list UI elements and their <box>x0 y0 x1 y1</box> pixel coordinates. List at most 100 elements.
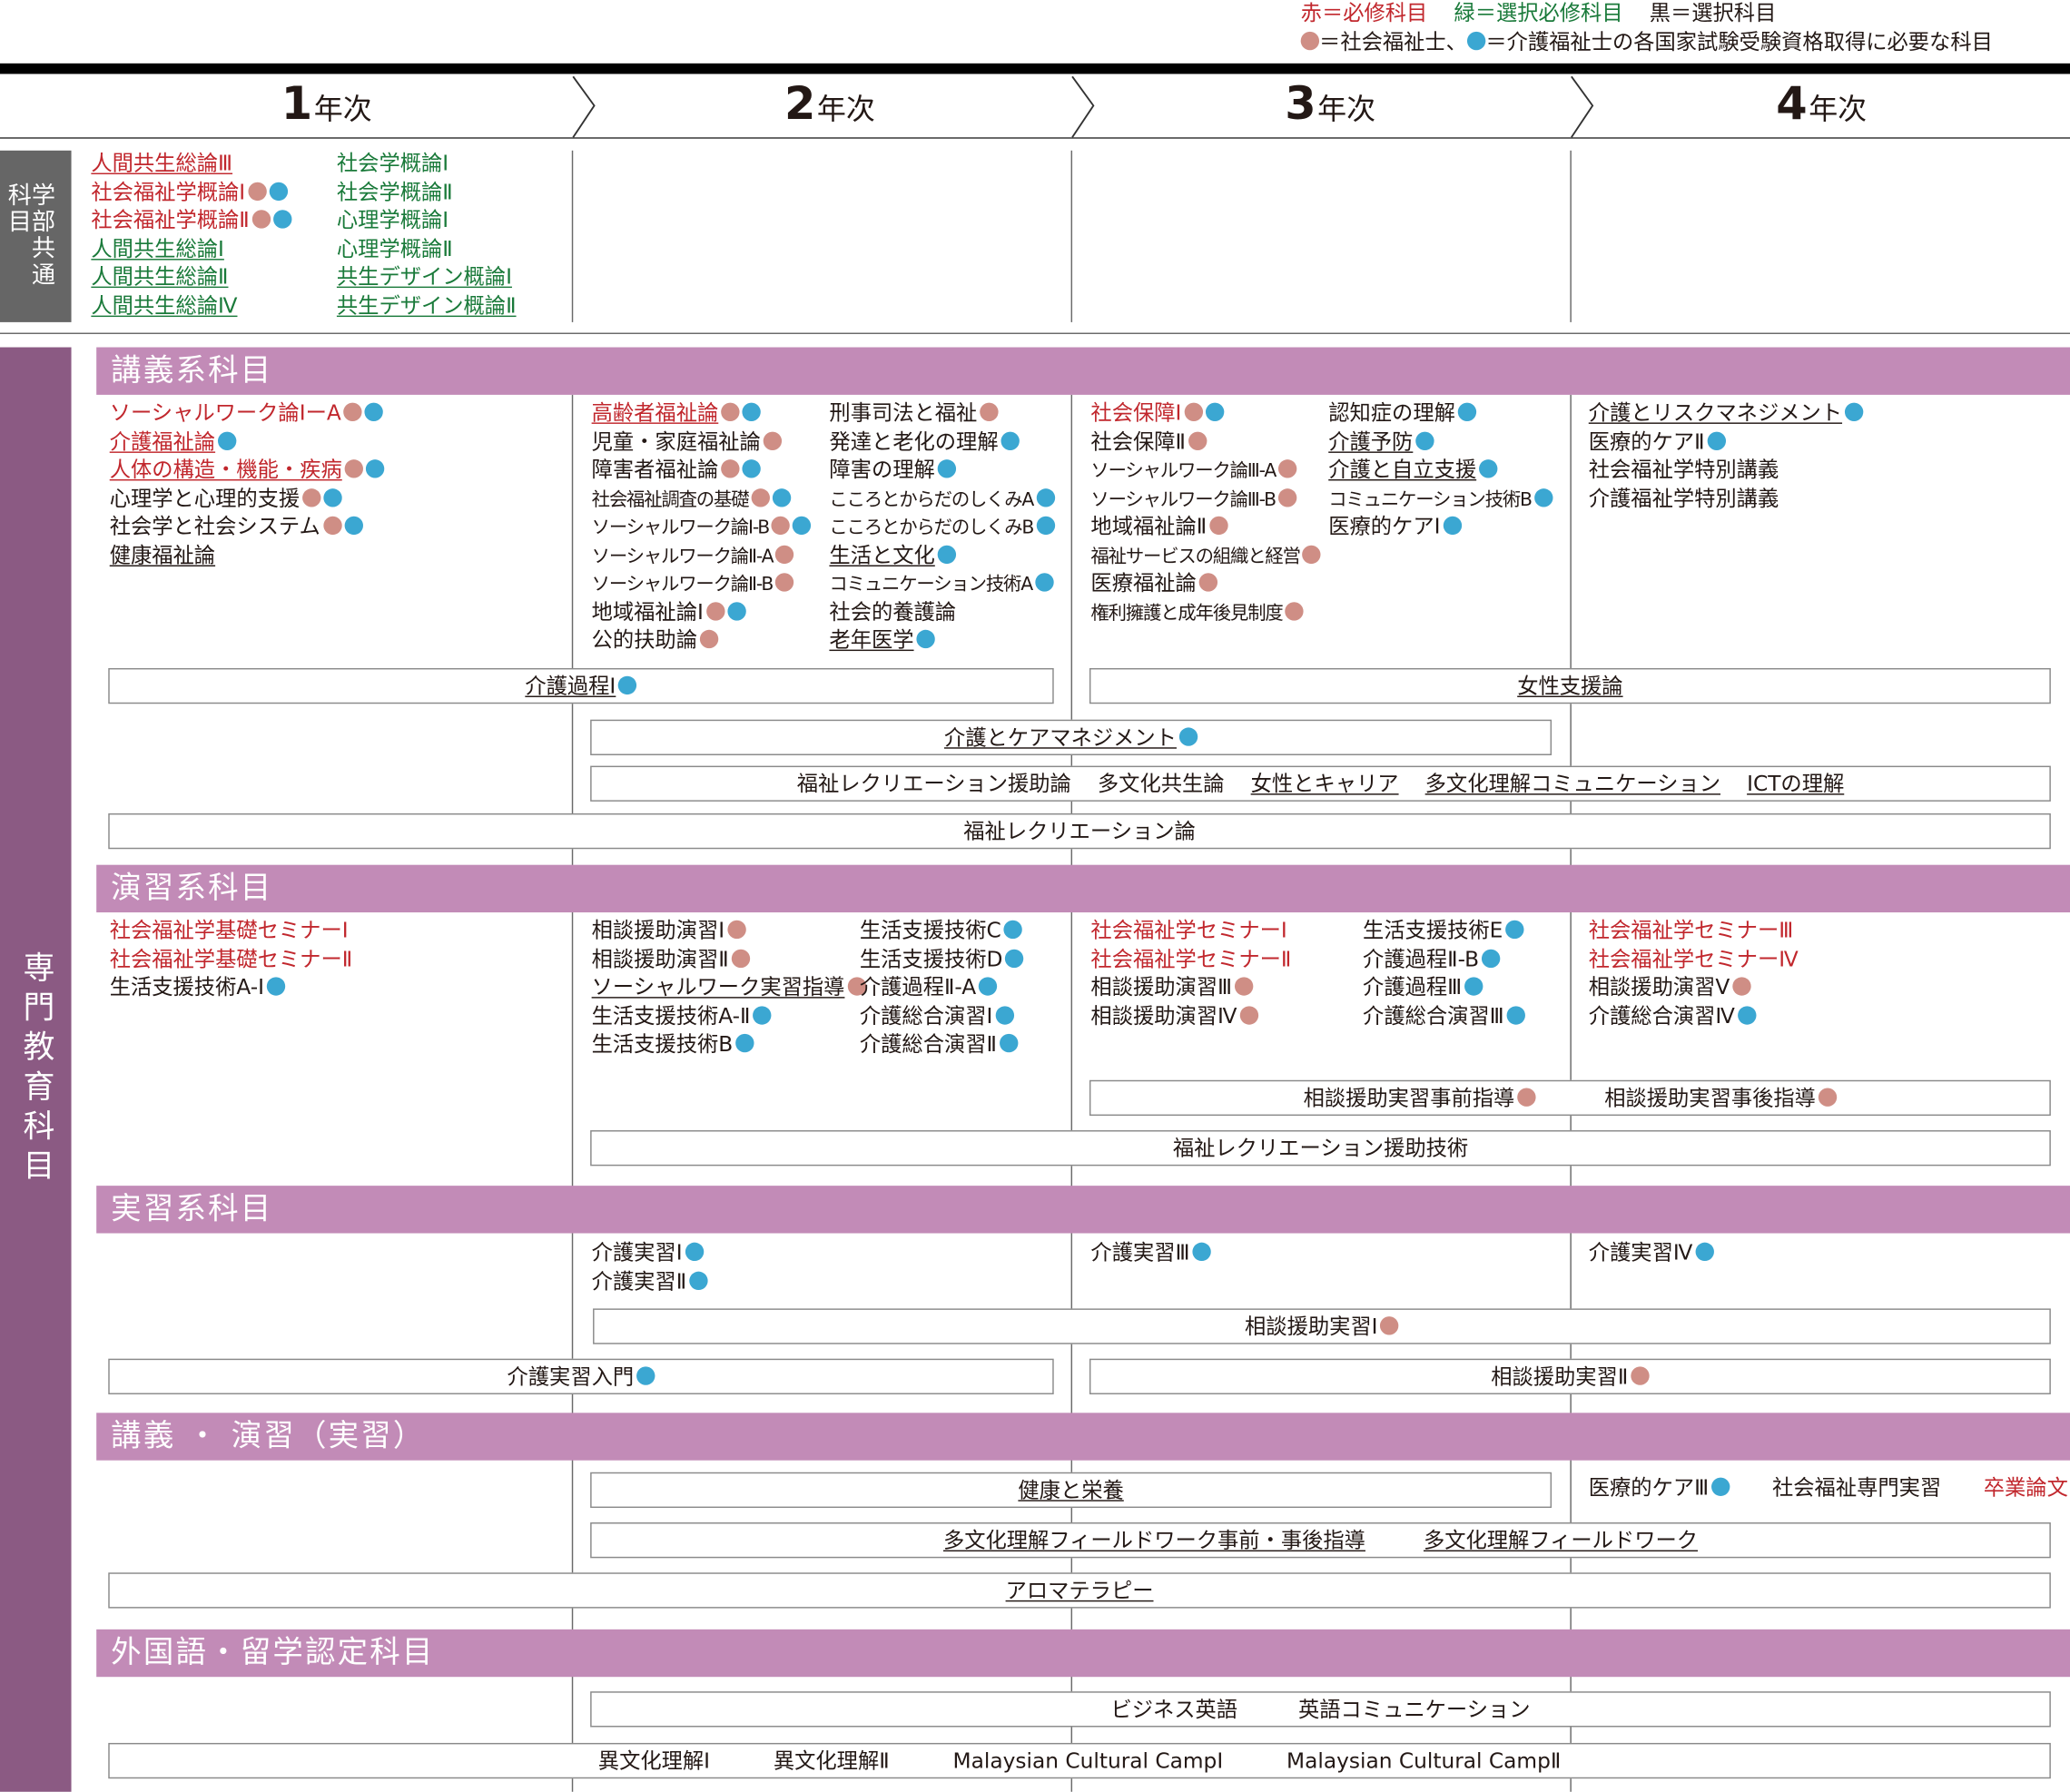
care-worker-dot-icon <box>323 487 342 507</box>
course-item: 相談援助演習Ⅱ <box>591 946 866 977</box>
course-name: 介護総合演習Ⅰ <box>859 1002 993 1029</box>
course-item: 医療的ケアⅠ <box>1328 516 1552 545</box>
care-worker-dot-icon <box>937 544 957 564</box>
care-worker-dot-icon <box>1205 402 1224 421</box>
course-name: 社会福祉学基礎セミナーⅡ <box>109 946 353 971</box>
course-name: 社会学概論Ⅰ <box>336 150 449 176</box>
course-name: 卒業論文 <box>1983 1474 2068 1501</box>
course-item: 生活と文化 <box>829 544 1054 573</box>
course-name: 地域福祉論Ⅰ <box>591 598 704 625</box>
course-item: 介護実習Ⅳ <box>1588 1239 1714 1271</box>
course-item: 心理学概論Ⅱ <box>337 238 517 267</box>
care-worker-dot-icon <box>269 181 288 201</box>
course-item: 相談援助演習Ⅲ <box>1090 977 1291 1005</box>
course-name: 相談援助演習Ⅱ <box>591 946 729 971</box>
course-item: 社会福祉学セミナーⅢ <box>1588 917 1799 949</box>
course-item: こころとからだのしくみB <box>829 516 1055 545</box>
course-name: 英語コミュニケーション <box>1298 1696 1531 1721</box>
social-worker-dot-icon <box>775 573 794 592</box>
section-band: 演習系科目 <box>96 864 2070 913</box>
care-worker-dot-icon <box>218 430 237 450</box>
course-name: 介護過程Ⅱ-B <box>1363 946 1480 971</box>
course-item: ソーシャルワーク論Ⅱ-A <box>592 544 812 573</box>
social-worker-dot-icon <box>1380 1315 1399 1334</box>
care-worker-dot-icon <box>753 1005 772 1024</box>
course-name: 介護とケアマネジメント <box>943 724 1177 750</box>
course-name: 相談援助実習事前指導 <box>1303 1084 1515 1110</box>
course-item: 社会学と社会システム <box>110 516 385 545</box>
legend-text: ＝社会福祉士、 <box>1319 28 1467 54</box>
social-worker-dot-icon <box>1277 487 1297 507</box>
year-header: 3年次 <box>1285 82 1375 126</box>
section-band: 実習系科目 <box>96 1186 2070 1234</box>
course-name: 介護実習Ⅳ <box>1588 1239 1693 1265</box>
course-column: 高齢者福祉論 児童・家庭福祉論 障害者福祉論 社会福祉調査の基礎 ソーシャルワーク論Ⅰ-… <box>591 399 812 658</box>
course-item: コミュニケーション技術B <box>1328 487 1553 516</box>
course-name: こころとからだのしくみB <box>829 517 1034 539</box>
course-name: 認知症の理解 <box>1328 399 1455 426</box>
course-box-item: 福祉レクリエーション援助技術 <box>1173 1137 1468 1158</box>
course-item: 健康福祉論 <box>110 544 385 573</box>
course-item: 障害者福祉論 <box>592 458 812 487</box>
course-name: 多文化共生論 <box>1097 770 1225 796</box>
course-name: 権利擁護と成年後見制度 <box>1090 602 1283 625</box>
care-worker-dot-icon <box>618 674 637 694</box>
course-item: 医療的ケアⅢ <box>1588 1474 1730 1501</box>
course-box-item: 介護実習入門 <box>508 1365 656 1387</box>
faculty-common-label-line: 科学 <box>7 182 56 211</box>
course-name: 人間共生総論Ⅰ <box>91 235 224 261</box>
care-worker-dot-icon <box>1844 402 1864 421</box>
course-item: 老年医学 <box>829 629 1054 658</box>
care-worker-dot-icon <box>995 1005 1014 1024</box>
course-name: 社会福祉学セミナーⅡ <box>1090 946 1292 971</box>
social-worker-dot-icon <box>1300 31 1320 51</box>
course-name: 社会福祉学セミナーⅢ <box>1588 917 1794 943</box>
year-number: 1 <box>281 77 313 131</box>
care-worker-dot-icon <box>1457 402 1477 421</box>
course-name: 医療的ケアⅢ <box>1588 1474 1710 1501</box>
social-worker-dot-icon <box>344 459 364 478</box>
social-worker-dot-icon <box>775 544 794 564</box>
course-item: こころとからだのしくみA <box>829 487 1055 516</box>
faculty-common-label: 科学 目部 共 通 <box>0 150 72 322</box>
course-name: ICTの理解 <box>1747 770 1845 796</box>
social-worker-dot-icon <box>1188 430 1208 450</box>
course-name: 相談援助実習Ⅰ <box>1245 1313 1378 1339</box>
legend-text: ＝介護福祉士の各国家試験受験資格取得に必要な科目 <box>1485 28 1993 54</box>
course-column: 社会福祉学セミナーⅠ 社会福祉学セミナーⅡ 相談援助演習Ⅲ 相談援助演習Ⅳ <box>1090 920 1292 1034</box>
course-box: 介護実習入門 <box>108 1358 1054 1394</box>
course-name: 地域福祉論Ⅱ <box>1090 513 1208 539</box>
care-worker-dot-icon <box>1737 1005 1757 1024</box>
course-item: 介護総合演習Ⅰ <box>859 1002 1024 1034</box>
care-worker-dot-icon <box>793 516 812 536</box>
course-item: 介護総合演習Ⅲ <box>1363 1005 1526 1034</box>
course-item: 介護総合演習Ⅳ <box>1589 1005 1799 1034</box>
course-box: 介護過程Ⅰ <box>108 667 1054 704</box>
course-name: 医療福祉論 <box>1090 570 1197 596</box>
care-worker-dot-icon <box>1036 516 1055 536</box>
care-worker-dot-icon <box>1034 573 1054 592</box>
care-worker-dot-icon <box>1005 949 1024 968</box>
course-box: 女性支援論 <box>1089 667 2051 704</box>
social-worker-dot-icon <box>1285 601 1304 620</box>
course-item: 介護過程Ⅱ-A <box>860 977 1024 1005</box>
course-name: 介護過程Ⅰ <box>525 673 616 698</box>
course-name: 健康と栄養 <box>1018 1476 1124 1502</box>
course-name: 介護予防 <box>1328 428 1414 454</box>
care-worker-dot-icon <box>343 516 363 536</box>
course-name: 社会福祉調査の基礎 <box>591 488 750 511</box>
care-worker-dot-icon <box>1505 920 1524 940</box>
course-name: 児童・家庭福祉論 <box>591 428 761 454</box>
course-name: 生活支援技術C <box>859 917 1001 943</box>
course-name: 高齢者福祉論 <box>591 399 719 426</box>
course-item: 発達と老化の理解 <box>829 430 1054 459</box>
course-box-item: 英語コミュニケーション <box>1298 1698 1531 1719</box>
course-box: 福祉レクリエーション援助論 多文化共生論 女性とキャリア 多文化理解コミュニケーション… <box>590 765 2051 802</box>
course-item: 社会福祉学概論Ⅱ <box>91 210 292 238</box>
course-name: コミュニケーション技術B <box>1328 488 1533 511</box>
course-item: 共生デザイン概論Ⅱ <box>337 294 517 323</box>
course-box-item: 福祉レクリエーション援助論 <box>797 773 1071 794</box>
social-worker-dot-icon <box>731 949 750 968</box>
course-item: 社会福祉学セミナーⅠ <box>1090 920 1291 949</box>
course-column: 刑事司法と福祉 発達と老化の理解 障害の理解 こころとからだのしくみA こころとからだの… <box>829 402 1055 658</box>
